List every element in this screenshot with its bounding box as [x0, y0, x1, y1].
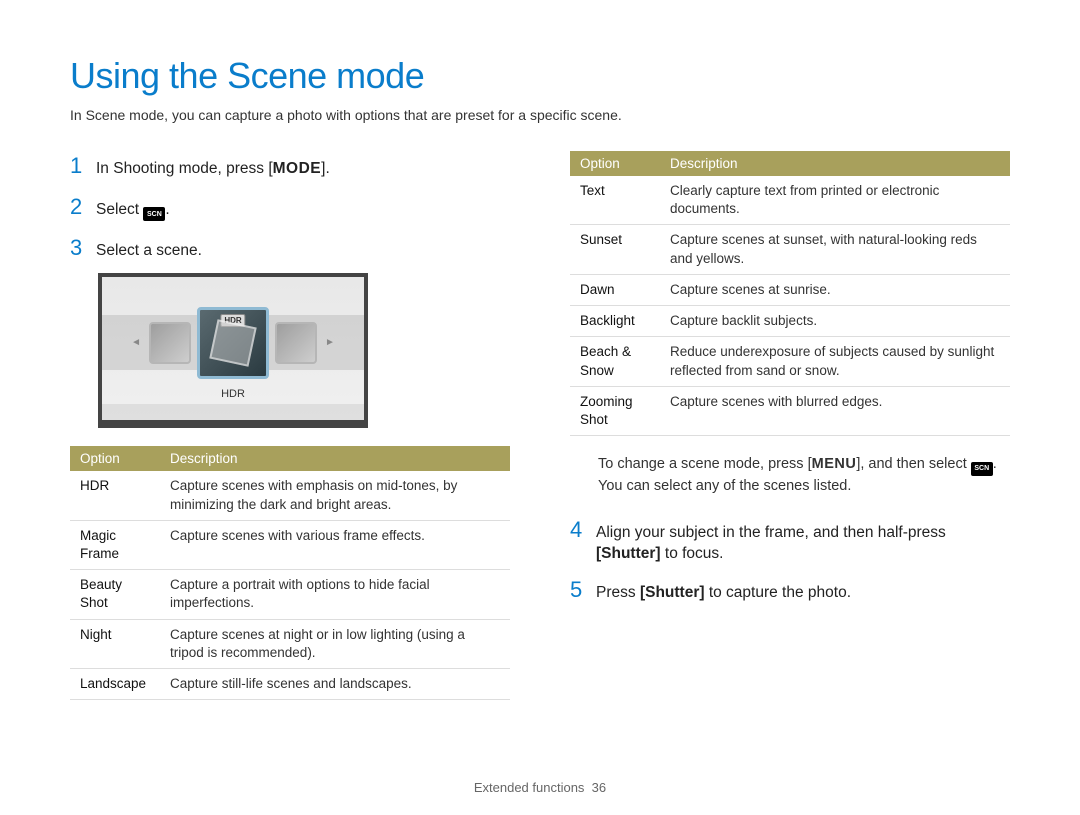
- left-arrow-icon: ◄: [129, 337, 143, 348]
- step-text: to focus.: [661, 545, 724, 562]
- shutter-label: [Shutter]: [596, 545, 661, 562]
- footer-page-number: 36: [592, 780, 606, 795]
- right-arrow-icon: ►: [323, 337, 337, 348]
- photo-shape-icon: [209, 319, 256, 366]
- right-column: Option Description TextClearly capture t…: [570, 151, 1010, 718]
- option-cell: Backlight: [570, 306, 660, 337]
- description-cell: Capture scenes with emphasis on mid-tone…: [160, 471, 510, 520]
- table-header-description: Description: [660, 151, 1010, 176]
- table1-body: HDRCapture scenes with emphasis on mid-t…: [70, 471, 510, 699]
- option-cell: HDR: [70, 471, 160, 520]
- option-cell: Landscape: [70, 669, 160, 700]
- table-row: NightCapture scenes at night or in low l…: [70, 619, 510, 668]
- change-scene-note: To change a scene mode, press [ ], and th…: [598, 454, 1010, 497]
- step-text: Select: [96, 201, 143, 218]
- option-cell: Zooming Shot: [570, 386, 660, 435]
- step-text: Press: [596, 584, 640, 601]
- table-row: BacklightCapture backlit subjects.: [570, 306, 1010, 337]
- shutter-label: [Shutter]: [640, 584, 705, 601]
- step-number: 1: [70, 151, 84, 182]
- options-table-1: Option Description HDRCapture scenes wit…: [70, 446, 510, 700]
- option-cell: Beauty Shot: [70, 570, 160, 619]
- options-table-2: Option Description TextClearly capture t…: [570, 151, 1010, 436]
- step-1: 1 In Shooting mode, press [].: [70, 151, 510, 182]
- table-row: LandscapeCapture still-life scenes and l…: [70, 669, 510, 700]
- table-row: Magic FrameCapture scenes with various f…: [70, 520, 510, 569]
- option-cell: Dawn: [570, 274, 660, 305]
- table-row: Beach & SnowReduce underexposure of subj…: [570, 337, 1010, 386]
- table-header-option: Option: [70, 446, 160, 471]
- description-cell: Capture scenes with various frame effect…: [160, 520, 510, 569]
- columns: 1 In Shooting mode, press []. 2 Select S…: [70, 151, 1010, 718]
- description-cell: Capture scenes at sunset, with natural-l…: [660, 225, 1010, 274]
- step-3: 3 Select a scene.: [70, 233, 510, 264]
- lcd-bottom-bar: [102, 404, 364, 420]
- step-text: Align your subject in the frame, and the…: [596, 524, 946, 541]
- lcd-caption: HDR: [102, 388, 364, 400]
- page-title: Using the Scene mode: [70, 55, 1010, 97]
- footer-section: Extended functions: [474, 780, 585, 795]
- scene-thumbnail: [275, 322, 317, 364]
- option-cell: Magic Frame: [70, 520, 160, 569]
- description-cell: Capture scenes at night or in low lighti…: [160, 619, 510, 668]
- mode-button-label: [273, 158, 322, 180]
- page-footer: Extended functions 36: [0, 780, 1080, 795]
- option-cell: Night: [70, 619, 160, 668]
- table-row: TextClearly capture text from printed or…: [570, 176, 1010, 225]
- step-5: 5 Press [Shutter] to capture the photo.: [570, 575, 1010, 606]
- camera-lcd-illustration: ◄ HDR ► HDR: [98, 273, 368, 428]
- left-column: 1 In Shooting mode, press []. 2 Select S…: [70, 151, 510, 718]
- step-2: 2 Select SCN.: [70, 192, 510, 223]
- step-4: 4 Align your subject in the frame, and t…: [570, 515, 1010, 565]
- description-cell: Reduce underexposure of subjects caused …: [660, 337, 1010, 386]
- option-cell: Text: [570, 176, 660, 225]
- intro-text: In Scene mode, you can capture a photo w…: [70, 107, 1010, 123]
- scene-thumbnail-selected: HDR: [197, 307, 269, 379]
- table-row: HDRCapture scenes with emphasis on mid-t…: [70, 471, 510, 520]
- note-text: ], and then select: [856, 456, 970, 472]
- description-cell: Clearly capture text from printed or ele…: [660, 176, 1010, 225]
- description-cell: Capture backlit subjects.: [660, 306, 1010, 337]
- table-row: Beauty ShotCapture a portrait with optio…: [70, 570, 510, 619]
- menu-button-label: [812, 454, 857, 475]
- step-number: 5: [570, 575, 584, 606]
- description-cell: Capture scenes at sunrise.: [660, 274, 1010, 305]
- scn-icon: SCN: [143, 207, 165, 221]
- table-header-option: Option: [570, 151, 660, 176]
- step-text: .: [165, 201, 169, 218]
- option-cell: Sunset: [570, 225, 660, 274]
- table-row: SunsetCapture scenes at sunset, with nat…: [570, 225, 1010, 274]
- step-number: 4: [570, 515, 584, 546]
- description-cell: Capture still-life scenes and landscapes…: [160, 669, 510, 700]
- description-cell: Capture scenes with blurred edges.: [660, 386, 1010, 435]
- step-text: ].: [321, 160, 330, 177]
- option-cell: Beach & Snow: [570, 337, 660, 386]
- step-text: Select a scene.: [96, 240, 510, 262]
- table-row: Zooming ShotCapture scenes with blurred …: [570, 386, 1010, 435]
- step-number: 2: [70, 192, 84, 223]
- table-header-description: Description: [160, 446, 510, 471]
- step-text: In Shooting mode, press [: [96, 160, 273, 177]
- scn-icon: SCN: [971, 462, 993, 476]
- step-text: to capture the photo.: [705, 584, 852, 601]
- note-text: To change a scene mode, press [: [598, 456, 812, 472]
- scene-thumbnail: [149, 322, 191, 364]
- table2-body: TextClearly capture text from printed or…: [570, 176, 1010, 436]
- table-row: DawnCapture scenes at sunrise.: [570, 274, 1010, 305]
- step-number: 3: [70, 233, 84, 264]
- description-cell: Capture a portrait with options to hide …: [160, 570, 510, 619]
